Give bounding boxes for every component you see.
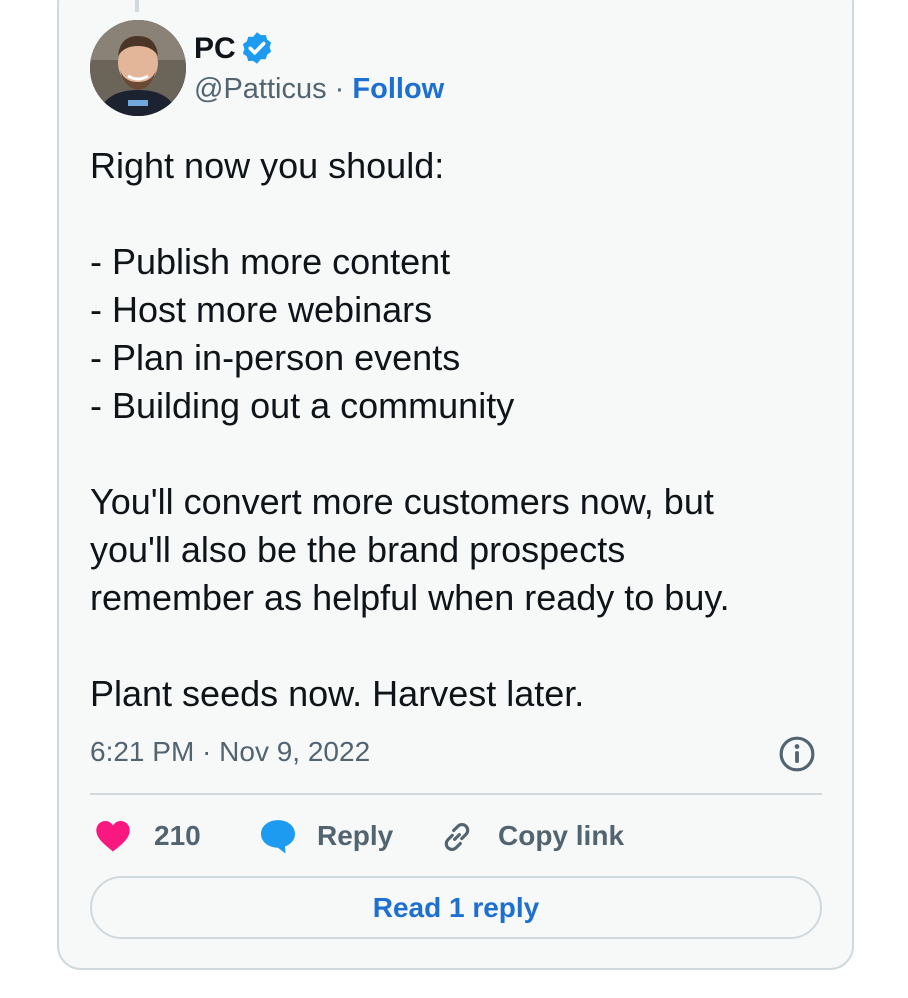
reply-label: Reply	[317, 820, 394, 851]
follow-button[interactable]: Follow	[352, 73, 444, 105]
copy-link-label: Copy link	[498, 820, 625, 851]
tweet-timestamp[interactable]: 6:21 PM · Nov 9, 2022	[90, 734, 370, 770]
author-name[interactable]: PC	[194, 31, 236, 67]
separator-dot: ·	[334, 73, 345, 105]
speech-bubble-icon	[261, 820, 295, 854]
read-replies-button[interactable]: Read 1 reply	[90, 876, 822, 939]
verified-badge-icon	[242, 32, 272, 64]
tweet-text: Right now you should: - Publish more con…	[90, 145, 730, 714]
avatar[interactable]	[90, 20, 186, 116]
link-icon	[444, 823, 470, 851]
heart-icon	[96, 821, 130, 852]
author-handle-line: @Patticus · Follow	[194, 71, 444, 107]
divider	[90, 793, 822, 795]
author-handle[interactable]: @Patticus	[194, 73, 327, 105]
copy-link-button[interactable]: Copy link	[438, 812, 628, 860]
info-icon[interactable]	[778, 735, 816, 773]
likes-count: 210	[154, 820, 201, 851]
reply-button[interactable]: Reply	[258, 812, 398, 860]
thread-connector-line	[135, 0, 139, 12]
like-button[interactable]: 210	[94, 812, 214, 860]
